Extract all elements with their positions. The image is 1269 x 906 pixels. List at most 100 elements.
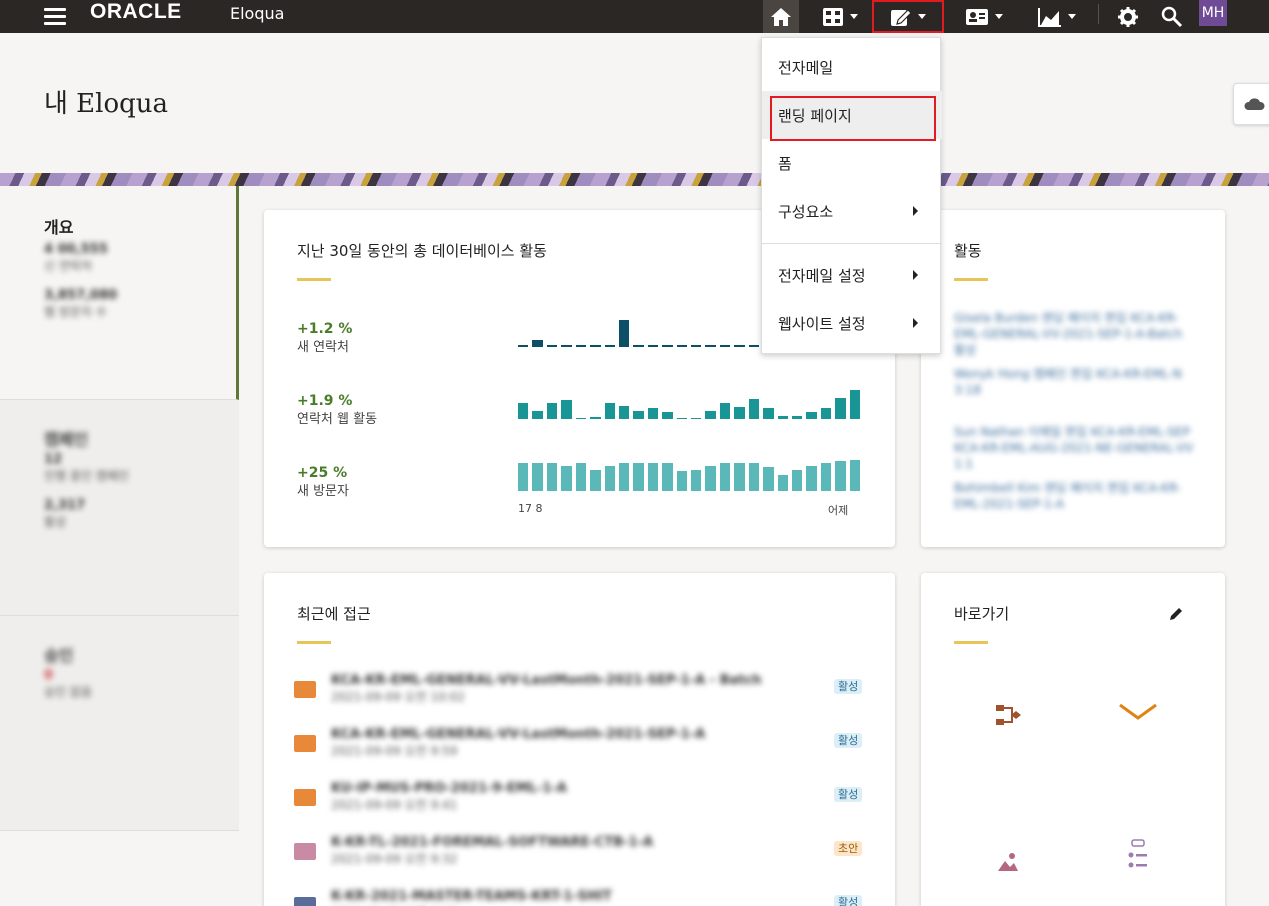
chart-bar [691,418,702,419]
sidebar-item-overview[interactable]: 개요 4 00,555 신 연락처 3,857,080 웹 방문자 수 [0,186,239,400]
chart-bar [719,345,731,347]
sidebar-stat-label: 웹 방문자 수 [44,305,107,319]
sidebar-stat-value: 2,317 [44,498,86,513]
shortcut-label: 랜딩 페이지 [973,890,1043,906]
chart-bar [748,345,760,347]
shortcut-campaign[interactable]: 캠페인 [953,669,1063,789]
oracle-logo: ORACLE [90,0,182,23]
home-icon [771,7,791,26]
chart-bar [763,408,774,419]
menu-item-form[interactable]: 폼 [762,139,942,187]
sidebar-item-campaigns[interactable]: 캠페인 12 진행 중인 캠페인 2,317 활성 [0,400,239,616]
sidebar-stat-label: 활성 [44,515,67,529]
activity-entry[interactable]: Bohimbell Kim 랜딩 페이지 편집 KCA-KR-EML-2021-… [954,480,1194,512]
title-underline [954,278,988,281]
home-button[interactable] [763,0,799,33]
activity-entry[interactable]: Gisela Burden 랜딩 페이지 편집 KCA-KR-EML-GENER… [954,310,1194,358]
axis-end-label: 어제 [828,504,849,517]
menu-item-landing-page[interactable]: 랜딩 페이지 [762,91,942,141]
recent-item-date: 2021-09-09 오전 10:02 [331,690,466,704]
sidebar-stat-value: 3,857,080 [44,288,118,303]
chart-bar [546,403,558,419]
shortcut-form[interactable]: 폼 [1083,813,1193,906]
cloud-panel-button[interactable] [1233,83,1269,125]
card-title: 바로가기 [954,605,1010,623]
title-underline [954,641,988,644]
contacts-menu-button[interactable] [958,0,1010,33]
gear-icon [1118,6,1138,27]
analytics-menu-button[interactable] [1030,0,1084,33]
campaigns-menu-button[interactable] [814,0,866,33]
chevron-right-icon [913,270,918,280]
menu-item-label: 구성요소 [778,202,834,221]
chart-bar [647,408,659,419]
chart-bar [575,345,587,347]
asset-icon [294,789,316,806]
recent-item-name: KU-IP-MUS-PRO-2021-9-EML-1-A [331,781,567,796]
recent-item[interactable]: KCA-KR-EML-GENERAL-VV-LastMonth-2021-SEP… [294,673,864,713]
user-avatar[interactable]: MH [1199,0,1227,26]
metric-percent: +1.2 % [297,321,353,337]
recent-item[interactable]: K-KR-2021-MASTER-TEAMS-KRT-1-SHIT2021-09… [294,889,864,906]
shortcut-label: 폼 [1131,890,1145,906]
chart-bar [676,345,688,347]
chart-bar [748,463,760,491]
sidebar: 개요 4 00,555 신 연락처 3,857,080 웹 방문자 수 캠페인 … [0,186,239,831]
sidebar-item-approvals[interactable]: 승인 0 승인 없음 [0,616,239,831]
menu-item-email-settings[interactable]: 전자메일 설정 [762,251,942,299]
chart-bar [691,345,702,347]
activity-entry[interactable]: Wonyk Hong 캠페인 편집 KCA-KR-EML-N 3:18 [954,366,1194,398]
chevron-down-icon [918,14,926,19]
chart-bar [734,345,745,347]
recent-item-name: KCA-KR-EML-GENERAL-VV-LastMonth-2021-SEP… [331,673,762,688]
chart-bar [835,398,846,419]
chart-bar [792,416,803,419]
sidebar-stat-label: 승인 없음 [44,685,92,699]
chart-bar [820,408,832,419]
status-badge: 활성 [834,679,863,694]
recent-item[interactable]: K-KR-TL-2021-FOREMAL-SOFTWARE-CTB-1-A 202… [294,835,864,875]
sidebar-item-title: 캠페인 [44,430,89,449]
metric-label: 새 방문자 [297,484,349,499]
sidebar-stat-value: 12 [44,452,63,467]
chart-bar [561,400,572,419]
status-badge: 활성 [834,895,863,906]
settings-button[interactable] [1114,0,1142,33]
page-title: 내 Eloqua [44,89,169,119]
asset-icon [294,897,316,906]
highlight-box [770,96,936,141]
chart-bar [662,345,673,347]
chart-bar [633,345,644,347]
chart-bar [662,463,673,491]
chart-bar [618,320,630,347]
top-navigation-bar: ORACLE Eloqua MH [0,0,1269,33]
sidebar-stat-label: 진행 중인 캠페인 [44,469,129,483]
chart-bar [676,471,688,491]
menu-item-components[interactable]: 구성요소 [762,187,942,235]
shortcut-email[interactable]: 전자메일 [1083,669,1193,789]
activity-entry[interactable]: Sun Nathan 이메일 편집 KCA-KR-EML-SEP KCA-KR-… [954,424,1194,472]
chart-bar [590,470,601,491]
chart-bar [561,345,572,347]
menu-item-label: 전자메일 [778,58,834,77]
menu-item-website-settings[interactable]: 웹사이트 설정 [762,299,942,347]
chart-bar [676,418,688,419]
menu-item-email[interactable]: 전자메일 [762,43,942,91]
shortcut-label: 전자메일 [1112,746,1164,762]
hamburger-menu-icon[interactable] [44,3,66,29]
shortcut-landing-page[interactable]: 랜딩 페이지 [953,813,1063,906]
chart-bar [590,345,601,347]
recent-item[interactable]: KU-IP-MUS-PRO-2021-9-EML-1-A 2021-09-09 오… [294,781,864,821]
recent-item-date: 2021-09-09 오전 9:32 [331,852,458,866]
chart-bar [849,390,861,419]
search-button[interactable] [1158,0,1186,33]
recent-item[interactable]: KCA-KR-EML-GENERAL-VV-LastMonth-2021-SEP… [294,727,864,767]
edit-shortcuts-icon[interactable] [1169,607,1183,621]
metric-percent: +1.9 % [297,393,353,409]
recent-item-name: K-KR-TL-2021-FOREMAL-SOFTWARE-CTB-1-A [331,835,654,850]
area-chart-icon [1038,7,1061,27]
metric-label: 연락처 웹 활동 [297,412,378,427]
menu-item-label: 웹사이트 설정 [778,314,866,333]
chart-bar [561,466,572,491]
create-menu-button[interactable] [872,0,944,33]
